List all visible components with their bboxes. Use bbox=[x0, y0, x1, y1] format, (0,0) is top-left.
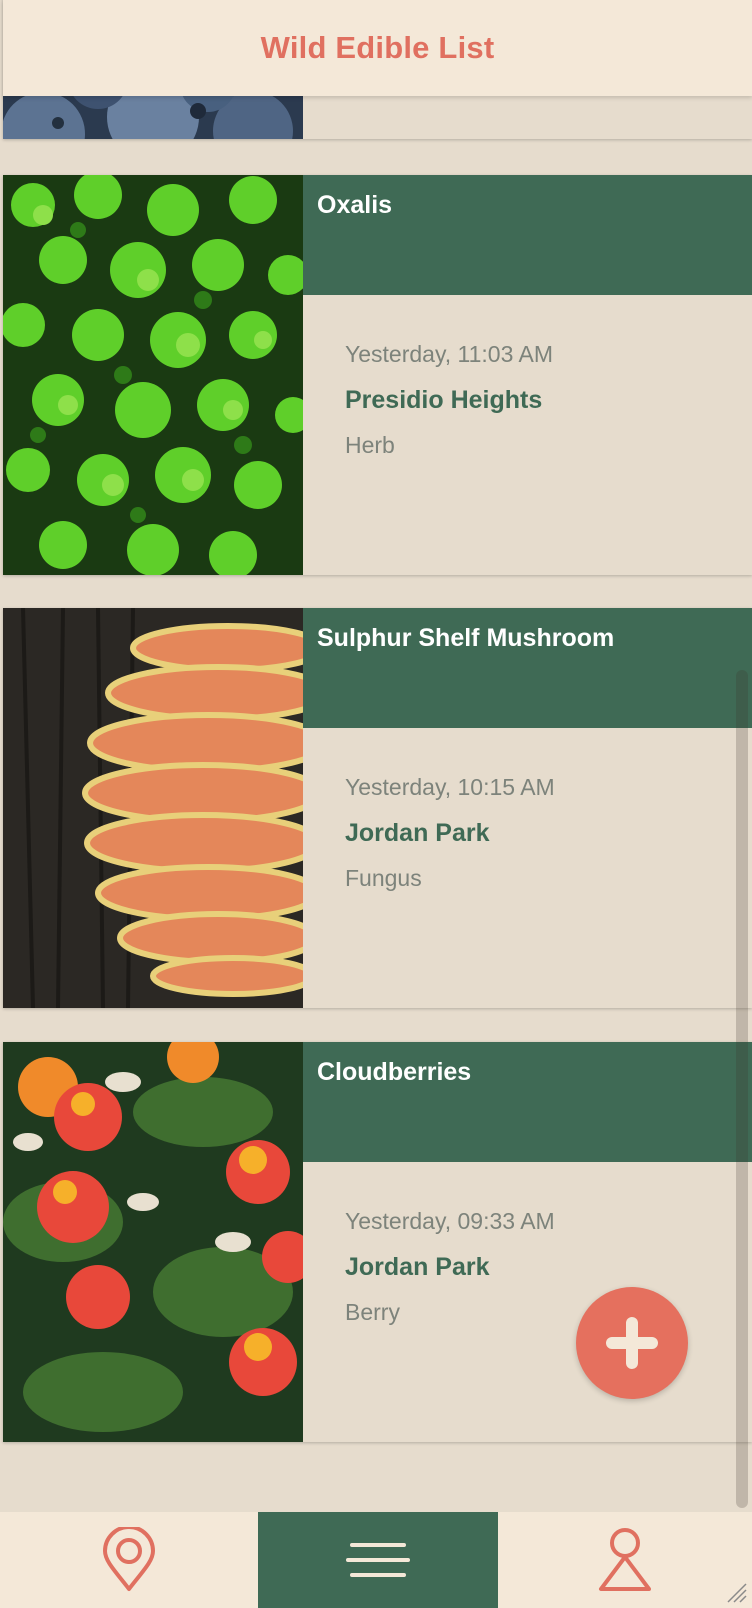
bottom-tab-bar bbox=[0, 1512, 752, 1608]
item-time: Yesterday, 11:03 AM bbox=[345, 341, 553, 367]
item-type: Herb bbox=[345, 432, 395, 458]
item-location: Jordan Park bbox=[345, 1253, 490, 1281]
cloudberries-photo bbox=[3, 1042, 303, 1442]
profile-icon bbox=[599, 1528, 651, 1591]
card-details: Yesterday, 09:33 AM Jordan Park Berry bbox=[303, 1162, 752, 1442]
plus-icon bbox=[606, 1317, 658, 1369]
item-location: Jordan Park bbox=[345, 819, 490, 847]
card-header: Cloudberries bbox=[303, 1042, 752, 1162]
map-pin-icon bbox=[103, 1527, 155, 1591]
app-screen: Wild Edible List Oxalis Yesterday, 11:03… bbox=[0, 0, 752, 1608]
item-name: Cloudberries bbox=[317, 1058, 472, 1086]
resize-grip-icon[interactable] bbox=[726, 1582, 748, 1604]
card-details: Yesterday, 11:03 AM Presidio Heights Her… bbox=[303, 295, 752, 575]
tab-profile[interactable] bbox=[498, 1512, 752, 1608]
item-location: Presidio Heights bbox=[345, 386, 543, 414]
list-icon bbox=[346, 1543, 410, 1577]
item-time: Yesterday, 10:15 AM bbox=[345, 774, 555, 800]
tab-list[interactable] bbox=[258, 1512, 498, 1608]
edible-list[interactable]: Oxalis Yesterday, 11:03 AM Presidio Heig… bbox=[0, 0, 752, 1512]
mushroom-photo bbox=[3, 608, 303, 1008]
oxalis-photo bbox=[3, 175, 303, 575]
card-header: Oxalis bbox=[303, 175, 752, 295]
scrollbar[interactable] bbox=[736, 670, 748, 1508]
item-type: Fungus bbox=[345, 865, 422, 891]
item-name: Oxalis bbox=[317, 191, 393, 219]
page-title: Wild Edible List bbox=[260, 30, 495, 65]
list-item[interactable]: Oxalis Yesterday, 11:03 AM Presidio Heig… bbox=[3, 175, 752, 575]
card-details: Yesterday, 10:15 AM Jordan Park Fungus bbox=[303, 728, 752, 1008]
card-header: Sulphur Shelf Mushroom bbox=[303, 608, 752, 728]
item-time: Yesterday, 09:33 AM bbox=[345, 1208, 555, 1234]
list-item[interactable]: Sulphur Shelf Mushroom Yesterday, 10:15 … bbox=[3, 608, 752, 1008]
add-item-button[interactable] bbox=[576, 1287, 688, 1399]
item-type: Berry bbox=[345, 1299, 400, 1325]
item-name: Sulphur Shelf Mushroom bbox=[317, 624, 615, 652]
tab-map[interactable] bbox=[0, 1512, 258, 1608]
app-header: Wild Edible List bbox=[3, 0, 752, 96]
